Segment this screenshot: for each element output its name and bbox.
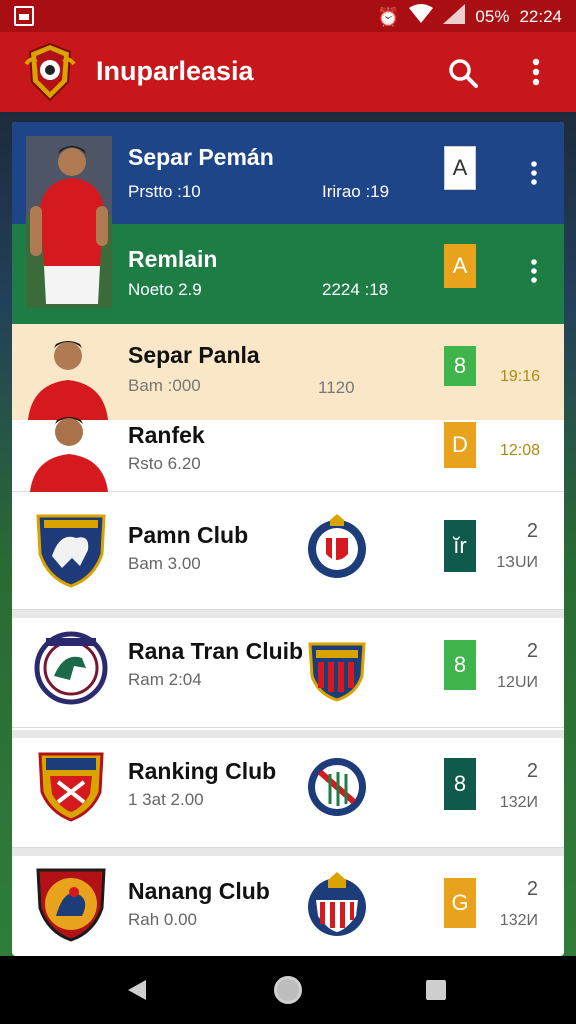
club-rank-sub: 132И [499, 912, 538, 929]
club-stat: Ram 2:04 [128, 670, 202, 689]
player-name: Separ Pemán [128, 144, 274, 170]
player-stat-secondary: 2224 :18 [322, 280, 389, 299]
player-row[interactable]: Separ Panla Bam :000 1120 8 19:16 [12, 324, 564, 420]
home-icon[interactable] [274, 976, 302, 1004]
club-crest-icon [36, 868, 106, 942]
club-row[interactable]: Rana Tran Cluib Ram 2:04 8 2 12UИ [12, 610, 564, 728]
player-time: 12:08 [499, 442, 540, 459]
club-name: Pamn Club [128, 522, 249, 548]
recent-apps-icon[interactable] [426, 980, 446, 1000]
wifi-icon [409, 4, 434, 29]
club-stat: Bam 3.00 [128, 554, 201, 573]
player-name: Remlain [128, 246, 218, 272]
club-stat: Rah 0.00 [128, 910, 197, 929]
club-row[interactable]: Nanang Club Rah 0.00 G 2 132И [12, 848, 564, 956]
alarm-icon: ⏰ [377, 6, 400, 27]
player-avatar [28, 341, 108, 420]
player-photo [26, 136, 112, 308]
club-stat: 1 3at 2.00 [128, 790, 204, 809]
back-icon[interactable] [126, 978, 150, 1002]
grade-badge: A [444, 244, 476, 288]
club-crest-icon [308, 872, 366, 936]
club-rank: 2 [526, 520, 538, 542]
row-divider [12, 730, 564, 738]
club-name: Ranking Club [128, 758, 277, 784]
club-rank-sub: 12UИ [497, 674, 538, 691]
row-divider [12, 610, 564, 618]
club-name: Rana Tran Cluib [128, 638, 304, 664]
player-name: Ranfek [128, 422, 205, 448]
club-crest-icon [34, 631, 108, 705]
player-stat: Prstto :10 [128, 182, 201, 201]
club-crest-icon [38, 752, 104, 822]
row-divider [12, 848, 564, 856]
club-rank: 2 [526, 760, 538, 782]
notification-icon [14, 6, 34, 26]
player-stat: Rsto 6.20 [128, 454, 201, 473]
club-crest-icon [36, 514, 106, 588]
app-bar: Inuparleasia [0, 32, 576, 112]
player-name: Separ Panla [128, 342, 260, 368]
club-crest-icon [308, 758, 366, 816]
club-rank: 2 [526, 878, 538, 900]
club-crest-icon [308, 642, 366, 702]
system-nav-bar [0, 956, 576, 1024]
app-title: Inuparleasia [96, 56, 254, 86]
club-row[interactable]: Pamn Club Bam 3.00 ĭr 2 1ЗUИ [12, 492, 564, 610]
row-more-icon[interactable] [524, 256, 544, 286]
ranking-list: Separ Pemán Prstto :10 Irirao :19 A Reml… [12, 122, 564, 956]
player-time: 19:16 [499, 368, 540, 385]
player-stat: Bam :000 [128, 376, 201, 395]
club-crest-icon [308, 514, 366, 578]
player-row[interactable]: Ranfek Rsto 6.20 D 12:08 [12, 417, 564, 492]
player-stat-secondary: Irirao :19 [322, 182, 390, 201]
player-avatar [30, 417, 108, 492]
club-row[interactable]: Ranking Club 1 3at 2.00 8 2 132И [12, 730, 564, 848]
status-bar: ⏰ 05% 22:24 [0, 0, 576, 32]
row-more-icon[interactable] [524, 158, 544, 188]
club-rank-sub: 132И [499, 794, 538, 811]
club-rank: 2 [526, 640, 538, 662]
grade-badge: A [444, 146, 476, 190]
club-rank-sub: 1ЗUИ [496, 554, 538, 571]
battery-text: 05% [475, 6, 510, 26]
overflow-menu-icon[interactable] [524, 54, 548, 90]
clock-time: 22:24 [519, 6, 562, 26]
signal-icon [443, 4, 466, 29]
player-stat: Noeto 2.9 [128, 280, 202, 299]
federation-logo-icon [24, 42, 76, 102]
club-name: Nanang Club [128, 878, 270, 904]
search-icon[interactable] [448, 58, 478, 88]
player-stat-secondary: 1120 [318, 378, 355, 397]
